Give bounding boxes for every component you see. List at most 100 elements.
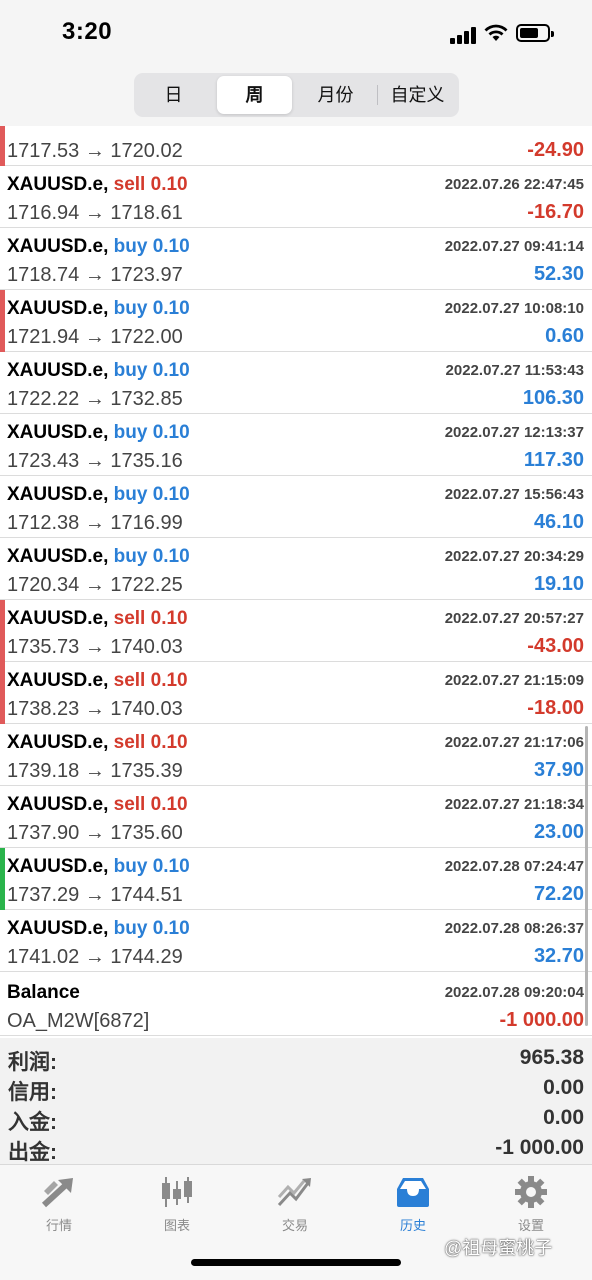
trade-row[interactable]: XAUUSD.e, buy 0.10 2022.07.28 07:24:47 173… xyxy=(0,848,592,910)
symbol-name: XAUUSD.e, xyxy=(7,918,109,939)
segment-day[interactable]: 日 xyxy=(136,76,211,114)
trade-symbol: XAUUSD.e, sell 0.10 xyxy=(7,608,188,630)
scroll-indicator[interactable] xyxy=(585,726,588,1026)
trade-row[interactable]: XAUUSD.e, sell 0.10 2022.07.27 21:18:34 17… xyxy=(0,786,592,848)
loss-marker xyxy=(0,126,5,166)
symbol-name: XAUUSD.e, xyxy=(7,174,109,195)
trade-symbol: XAUUSD.e, sell 0.10 xyxy=(7,174,188,196)
trade-row-partial[interactable]: 1717.53 → 1720.02 -24.90 xyxy=(0,126,592,166)
trade-side-label: sell xyxy=(113,670,146,691)
trade-side-label: sell xyxy=(113,794,146,815)
trade-side-label: buy xyxy=(113,484,148,505)
trade-lot: 0.10 xyxy=(150,174,188,195)
trade-side: sell 0.10 xyxy=(114,670,188,691)
tab-label: 历史 xyxy=(399,1218,426,1233)
trade-side-label: buy xyxy=(113,856,148,877)
trade-row[interactable]: XAUUSD.e, buy 0.10 2022.07.27 15:56:43 171… xyxy=(0,476,592,538)
trade-row[interactable]: XAUUSD.e, sell 0.10 2022.07.27 21:17:06 17… xyxy=(0,724,592,786)
trade-trend-icon xyxy=(277,1178,311,1207)
candlestick-icon xyxy=(162,1177,192,1207)
summary-value: 965.38 xyxy=(519,1046,584,1069)
segment-custom[interactable]: 自定义 xyxy=(380,76,455,114)
summary-value: 0.00 xyxy=(543,1076,584,1099)
symbol-name: XAUUSD.e, xyxy=(7,422,109,443)
trade-side: buy 0.10 xyxy=(114,422,190,443)
segment-divider xyxy=(377,85,378,105)
tab-history[interactable]: 历史 xyxy=(354,1173,472,1243)
cellular-signal-icon xyxy=(450,26,476,44)
trade-profit: -43.00 xyxy=(527,635,584,657)
trade-side-label: sell xyxy=(113,732,146,753)
trade-side: sell 0.10 xyxy=(114,794,188,815)
trade-side: buy 0.10 xyxy=(114,484,190,505)
battery-icon xyxy=(516,24,554,42)
summary-value: 0.00 xyxy=(543,1106,584,1129)
history-list[interactable]: 1717.53 → 1720.02 -24.90 XAUUSD.e, sell … xyxy=(0,126,592,1038)
trade-row[interactable]: XAUUSD.e, sell 0.10 2022.07.27 20:57:27 17… xyxy=(0,600,592,662)
trade-datetime: 2022.07.27 11:53:43 xyxy=(445,362,584,379)
trade-datetime: 2022.07.27 21:17:06 xyxy=(444,734,584,751)
trade-profit: 52.30 xyxy=(533,263,584,285)
tab-label: 行情 xyxy=(45,1218,72,1233)
trade-lot: 0.10 xyxy=(152,856,190,877)
loss-marker xyxy=(0,600,5,662)
trade-row[interactable]: XAUUSD.e, buy 0.10 2022.07.27 11:53:43 172… xyxy=(0,352,592,414)
trade-prices: 1720.34 → 1722.25 xyxy=(7,574,183,596)
trade-lot: 0.10 xyxy=(150,608,188,629)
trade-side-label: buy xyxy=(113,298,148,319)
trade-datetime: 2022.07.27 20:57:27 xyxy=(444,610,584,627)
summary-credit-row: 信用: 0.00 xyxy=(0,1074,592,1104)
trade-lot: 0.10 xyxy=(152,236,190,257)
trade-symbol: XAUUSD.e, buy 0.10 xyxy=(7,918,190,940)
trade-lot: 0.10 xyxy=(150,732,188,753)
trade-datetime: 2022.07.28 07:24:47 xyxy=(444,858,584,875)
symbol-name: XAUUSD.e, xyxy=(7,360,109,381)
tab-charts[interactable]: 图表 xyxy=(118,1173,236,1243)
balance-row[interactable]: Balance 2022.07.28 09:20:04 OA_M2W[6872]… xyxy=(0,974,592,1036)
period-segmented-control: 日 周 月份 自定义 xyxy=(134,73,459,117)
trade-symbol: XAUUSD.e, buy 0.10 xyxy=(7,484,190,506)
status-time: 3:20 xyxy=(62,18,113,45)
trade-symbol: XAUUSD.e, buy 0.10 xyxy=(7,360,190,382)
trade-side-label: buy xyxy=(113,918,148,939)
trade-row[interactable]: XAUUSD.e, buy 0.10 2022.07.27 12:13:37 172… xyxy=(0,414,592,476)
wifi-icon xyxy=(484,24,508,41)
trade-side: sell 0.10 xyxy=(114,732,188,753)
trade-side: sell 0.10 xyxy=(114,174,188,195)
trade-lot: 0.10 xyxy=(152,918,190,939)
trade-row[interactable]: XAUUSD.e, buy 0.10 2022.07.27 09:41:14 171… xyxy=(0,228,592,290)
summary-panel: 利润: 965.38 信用: 0.00 入金: 0.00 出金: -1 000.… xyxy=(0,1038,592,1164)
trade-profit: -16.70 xyxy=(527,201,584,223)
trade-row[interactable]: XAUUSD.e, buy 0.10 2022.07.27 10:08:10 172… xyxy=(0,290,592,352)
summary-label: 入金: xyxy=(8,1111,57,1134)
trade-prices: 1735.73 → 1740.03 xyxy=(7,636,183,658)
balance-title: Balance xyxy=(7,982,80,1003)
trade-side: buy 0.10 xyxy=(114,856,190,877)
trade-row[interactable]: XAUUSD.e, sell 0.10 2022.07.27 21:15:09 17… xyxy=(0,662,592,724)
segment-week[interactable]: 周 xyxy=(217,76,292,114)
trade-row[interactable]: XAUUSD.e, buy 0.10 2022.07.28 08:26:37 174… xyxy=(0,910,592,972)
symbol-name: XAUUSD.e, xyxy=(7,794,109,815)
trade-symbol: XAUUSD.e, buy 0.10 xyxy=(7,298,190,320)
trade-prices: 1722.22 → 1732.85 xyxy=(7,388,183,410)
trade-profit: 46.10 xyxy=(533,511,584,533)
segment-month[interactable]: 月份 xyxy=(298,76,373,114)
symbol-name: XAUUSD.e, xyxy=(7,732,109,753)
trade-side: sell 0.10 xyxy=(114,608,188,629)
tab-label: 交易 xyxy=(281,1218,308,1233)
trade-prices: 1718.74 → 1723.97 xyxy=(7,264,183,286)
tab-trade[interactable]: 交易 xyxy=(236,1173,354,1243)
tab-label: 设置 xyxy=(517,1218,544,1233)
history-inbox-icon xyxy=(397,1178,429,1207)
trade-prices: 1723.43 → 1735.16 xyxy=(7,450,183,472)
summary-deposit-row: 入金: 0.00 xyxy=(0,1104,592,1134)
trade-prices: 1712.38 → 1716.99 xyxy=(7,512,183,534)
trade-symbol: XAUUSD.e, buy 0.10 xyxy=(7,856,190,878)
tab-quotes[interactable]: 行情 xyxy=(0,1173,118,1243)
trade-symbol: XAUUSD.e, buy 0.10 xyxy=(7,422,190,444)
trade-row[interactable]: XAUUSD.e, buy 0.10 2022.07.27 20:34:29 172… xyxy=(0,538,592,600)
trade-row[interactable]: XAUUSD.e, sell 0.10 2022.07.26 22:47:45 17… xyxy=(0,166,592,228)
home-indicator[interactable] xyxy=(191,1259,401,1266)
tab-settings[interactable]: 设置 xyxy=(472,1173,590,1243)
trade-datetime: 2022.07.27 15:56:43 xyxy=(444,486,584,503)
